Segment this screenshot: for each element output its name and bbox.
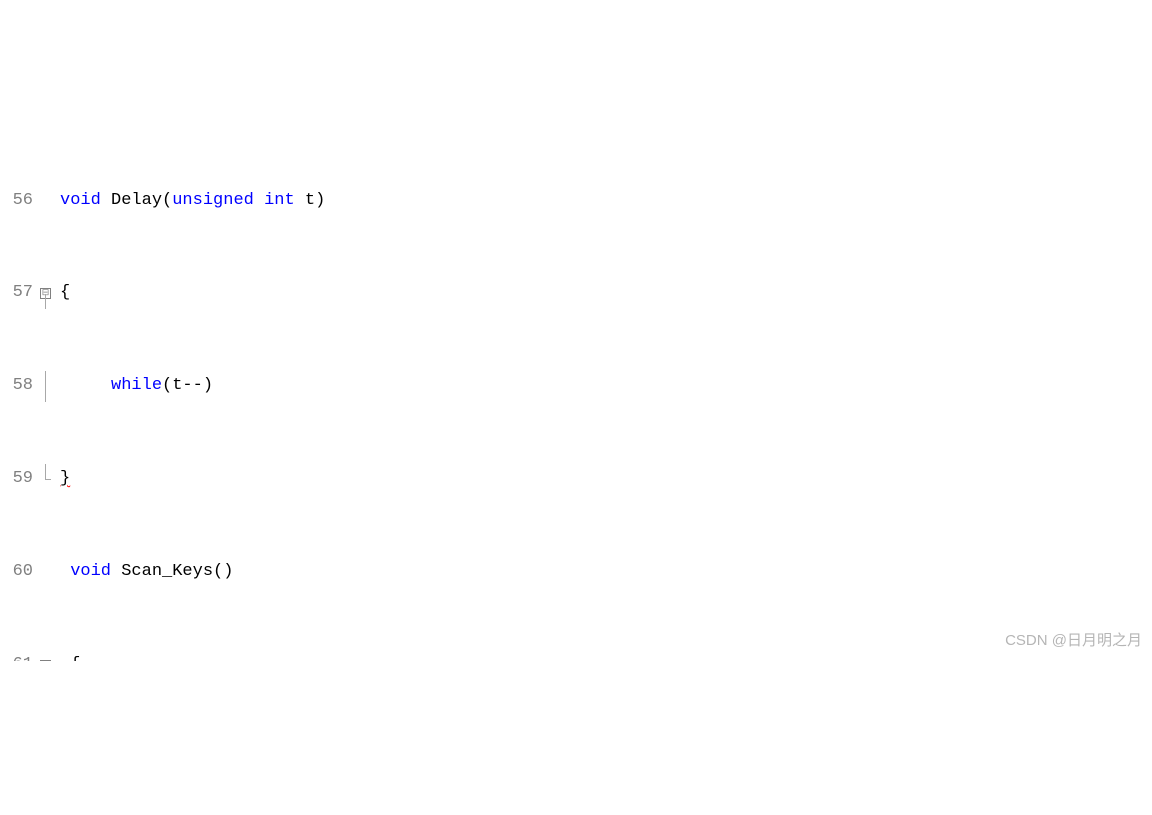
line-number: 56 bbox=[0, 186, 33, 217]
code-line[interactable]: { bbox=[60, 650, 744, 661]
line-number: 59 bbox=[0, 464, 33, 495]
code-editor[interactable]: 56 57 58 59 60 61 62 63 64 65 66 67 68 6… bbox=[0, 124, 1152, 661]
code-line[interactable]: { bbox=[60, 278, 744, 309]
code-line[interactable]: while(t--) bbox=[60, 371, 744, 402]
line-number-gutter: 56 57 58 59 60 61 62 63 64 65 66 67 68 6… bbox=[0, 124, 40, 661]
line-number: 58 bbox=[0, 371, 33, 402]
code-area[interactable]: void Delay(unsigned int t) { while(t--) … bbox=[56, 124, 744, 661]
watermark: CSDN @日月明之月 bbox=[1005, 627, 1142, 654]
line-number: 61 bbox=[0, 650, 33, 661]
code-line[interactable]: } bbox=[60, 464, 744, 495]
line-number: 60 bbox=[0, 557, 33, 588]
fold-minus-icon[interactable]: ⊟ bbox=[40, 660, 51, 661]
code-line[interactable]: void Delay(unsigned int t) bbox=[60, 186, 744, 217]
fold-column: ⊟ ⊟ ⊟ ⊟ ⊟ bbox=[40, 124, 56, 661]
code-line[interactable]: void Scan_Keys() bbox=[60, 557, 744, 588]
line-number: 57 bbox=[0, 278, 33, 309]
